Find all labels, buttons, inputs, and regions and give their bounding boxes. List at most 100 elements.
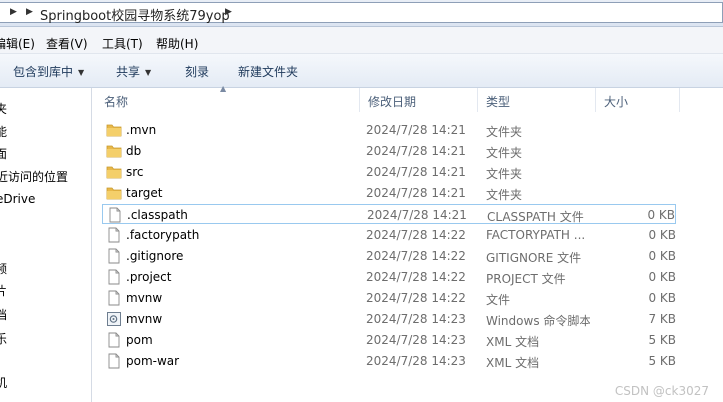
navigation-pane[interactable]: 夹 能 面 近访问的位置 eDrive 频 片 档 乐 机: [0, 88, 92, 402]
file-icon: [108, 332, 120, 348]
file-type: PROJECT 文件: [486, 272, 566, 286]
file-name: target: [126, 186, 163, 200]
file-name: src: [126, 165, 144, 179]
menu-item-view[interactable]: 查看(V): [46, 35, 88, 52]
column-header-name[interactable]: ▲ 名称: [92, 84, 360, 112]
script-icon: [107, 312, 121, 326]
file-row[interactable]: .project 2024/7/28 14:22 PROJECT 文件 0 KB: [102, 267, 676, 287]
chevron-down-icon: ▼: [78, 68, 85, 77]
file-name: pom-war: [126, 354, 180, 368]
breadcrumb-arrow-icon[interactable]: ▶: [225, 7, 232, 17]
address-box[interactable]: ▶ ▶ Springboot校园寻物系统79yop ▶: [0, 2, 723, 24]
column-header-type[interactable]: 类型: [478, 88, 596, 112]
file-type: CLASSPATH 文件: [487, 210, 584, 224]
column-label-size: 大小: [604, 95, 629, 109]
breadcrumb-arrow-icon[interactable]: ▶: [26, 7, 33, 17]
file-name: .factorypath: [126, 228, 200, 242]
file-modified: 2024/7/28 14:22: [366, 270, 466, 284]
file-modified: 2024/7/28 14:23: [366, 312, 466, 326]
file-size: 0 KB: [648, 228, 676, 242]
file-type: 文件: [486, 293, 511, 307]
file-row[interactable]: .mvn 2024/7/28 14:21 文件夹: [102, 120, 676, 140]
file-modified: 2024/7/28 14:21: [366, 165, 466, 179]
column-header-modified[interactable]: 修改日期: [360, 88, 478, 112]
file-type: FACTORYPATH ...: [486, 228, 586, 242]
file-size: 0 KB: [647, 208, 675, 222]
include-in-library-button[interactable]: 包含到库中 ▼: [13, 63, 84, 80]
file-list-pane[interactable]: ▲ 名称 修改日期 类型 大小 .mvn 2024/7/28 14:21 文件夹…: [92, 84, 723, 402]
file-row[interactable]: mvnw 2024/7/28 14:23 Windows 命令脚本 7 KB: [102, 309, 676, 329]
file-type: 文件夹: [486, 146, 523, 160]
file-row[interactable]: src 2024/7/28 14:21 文件夹: [102, 162, 676, 182]
file-modified: 2024/7/28 14:22: [366, 228, 466, 242]
nav-item[interactable]: 频: [0, 260, 7, 277]
share-button[interactable]: 共享 ▼: [116, 63, 151, 80]
address-path[interactable]: Springboot校园寻物系统79yop: [40, 5, 230, 24]
column-header: ▲ 名称 修改日期 类型 大小: [92, 84, 723, 113]
file-modified: 2024/7/28 14:23: [366, 333, 466, 347]
column-label-modified: 修改日期: [368, 95, 417, 109]
nav-item[interactable]: 夹: [0, 100, 7, 117]
nav-item[interactable]: 能: [0, 123, 7, 140]
menu-bar: 编辑(E) 查看(V) 工具(T) 帮助(H): [0, 27, 723, 54]
column-header-size[interactable]: 大小: [596, 88, 680, 112]
file-name: db: [126, 144, 142, 158]
chevron-down-icon: ▼: [145, 68, 152, 77]
address-bar: ▶ ▶ Springboot校园寻物系统79yop ▶: [0, 0, 723, 27]
file-name: .mvn: [126, 123, 157, 137]
file-size: 5 KB: [648, 333, 676, 347]
file-modified: 2024/7/28 14:22: [366, 291, 466, 305]
column-label-name: 名称: [104, 95, 129, 109]
file-size: 5 KB: [648, 354, 676, 368]
file-icon: [108, 353, 120, 369]
file-modified: 2024/7/28 14:22: [366, 249, 466, 263]
file-name: .classpath: [127, 208, 188, 222]
file-row[interactable]: mvnw 2024/7/28 14:22 文件 0 KB: [102, 288, 676, 308]
file-type: 文件夹: [486, 167, 523, 181]
folder-icon: [106, 166, 122, 179]
file-row-selected[interactable]: .classpath 2024/7/28 14:21 CLASSPATH 文件 …: [102, 204, 676, 224]
share-label: 共享: [116, 65, 141, 79]
menu-item-tools[interactable]: 工具(T): [102, 35, 143, 52]
file-type: Windows 命令脚本: [486, 314, 590, 328]
file-row[interactable]: db 2024/7/28 14:21 文件夹: [102, 141, 676, 161]
command-bar: 包含到库中 ▼ 共享 ▼ 刻录 新建文件夹: [0, 54, 723, 88]
file-type: XML 文档: [486, 335, 540, 349]
file-size: 7 KB: [648, 312, 676, 326]
file-row[interactable]: target 2024/7/28 14:21 文件夹: [102, 183, 676, 203]
file-icon: [108, 269, 120, 285]
file-type: GITIGNORE 文件: [486, 251, 582, 265]
file-size: 0 KB: [648, 291, 676, 305]
file-name: mvnw: [126, 291, 163, 305]
folder-icon: [106, 145, 122, 158]
file-name: .project: [126, 270, 172, 284]
column-label-type: 类型: [486, 95, 511, 109]
nav-item[interactable]: 机: [0, 374, 7, 391]
sort-up-icon: ▲: [220, 84, 227, 93]
nav-item-onedrive[interactable]: eDrive: [0, 192, 35, 206]
new-folder-button[interactable]: 新建文件夹: [238, 63, 298, 80]
nav-item[interactable]: 档: [0, 306, 7, 323]
burn-button[interactable]: 刻录: [185, 63, 209, 80]
file-modified: 2024/7/28 14:21: [366, 144, 466, 158]
file-row[interactable]: .factorypath 2024/7/28 14:22 FACTORYPATH…: [102, 225, 676, 245]
file-name: mvnw: [126, 312, 163, 326]
nav-item-recent-places[interactable]: 近访问的位置: [0, 168, 68, 185]
file-row[interactable]: pom-war 2024/7/28 14:23 XML 文档 5 KB: [102, 351, 676, 371]
file-icon: [109, 207, 121, 223]
file-type: 文件夹: [486, 188, 523, 202]
file-icon: [108, 227, 120, 243]
breadcrumb-arrow-icon[interactable]: ▶: [10, 7, 17, 17]
file-row[interactable]: .gitignore 2024/7/28 14:22 GITIGNORE 文件 …: [102, 246, 676, 266]
file-modified: 2024/7/28 14:21: [367, 208, 467, 222]
nav-item[interactable]: 片: [0, 282, 7, 299]
file-name: .gitignore: [126, 249, 184, 263]
file-size: 0 KB: [648, 249, 676, 263]
folder-icon: [106, 187, 122, 200]
menu-item-help[interactable]: 帮助(H): [156, 35, 198, 52]
menu-item-edit[interactable]: 编辑(E): [0, 35, 35, 52]
nav-item[interactable]: 面: [0, 145, 7, 162]
file-name: pom: [126, 333, 153, 347]
file-row[interactable]: pom 2024/7/28 14:23 XML 文档 5 KB: [102, 330, 676, 350]
nav-item[interactable]: 乐: [0, 330, 7, 347]
